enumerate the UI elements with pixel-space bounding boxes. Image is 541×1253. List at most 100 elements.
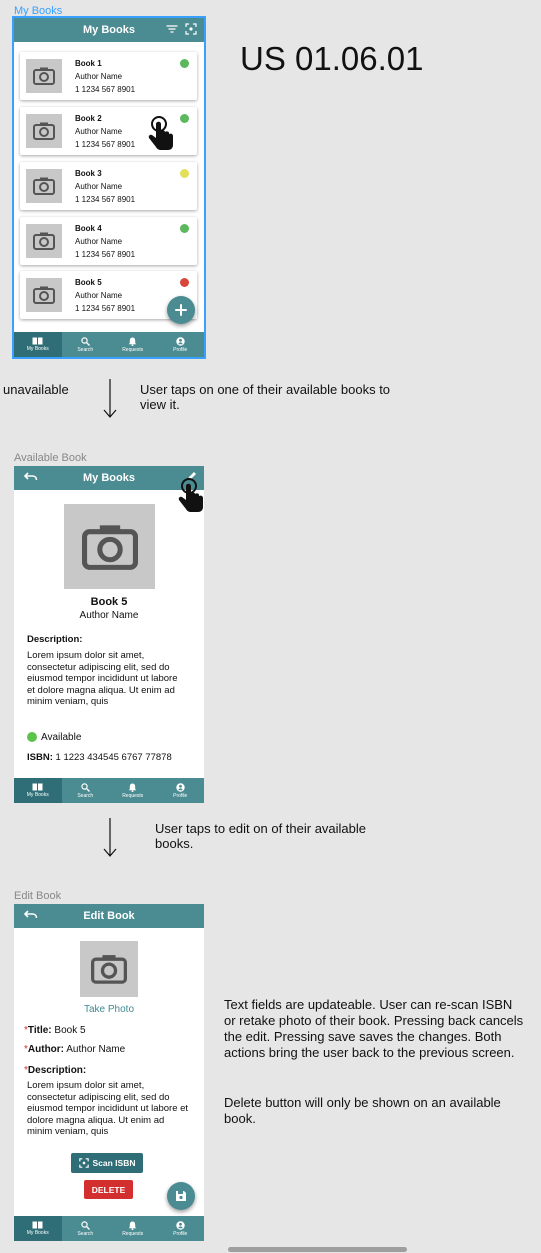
profile-icon (176, 1220, 185, 1230)
book-card-3[interactable]: Book 3 Author Name 1 1234 567 8901 (20, 162, 197, 210)
bottom-nav: My Books Search Requests Profile (14, 778, 204, 803)
bell-icon (129, 783, 137, 792)
profile-icon (176, 336, 185, 346)
add-book-button[interactable] (167, 296, 195, 324)
book-isbn: 1 1234 567 8901 (75, 250, 136, 259)
book-isbn: 1 1234 567 8901 (75, 140, 136, 149)
description-field[interactable]: Lorem ipsum dolor sit amet, consectetur … (27, 1080, 189, 1138)
description-label-row: *Description: (24, 1065, 86, 1076)
tap-hand-icon (148, 116, 173, 150)
nav-label: Search (77, 346, 94, 353)
unavailable-note: unavailable (3, 382, 69, 397)
book-isbn: 1 1234 567 8901 (75, 85, 136, 94)
nav-requests[interactable]: Requests (109, 778, 157, 803)
book-author: Author Name (79, 610, 139, 621)
nav-profile[interactable]: Profile (157, 332, 205, 357)
nav-label: My Books (26, 346, 49, 352)
nav-label: Profile (173, 346, 188, 353)
step1-note: User taps on one of their available book… (140, 382, 391, 412)
camera-icon (91, 955, 127, 984)
isbn-label: ISBN: (27, 752, 53, 763)
delete-button[interactable]: DELETE (84, 1180, 133, 1199)
back-icon[interactable] (23, 471, 38, 486)
status-dot (180, 169, 189, 178)
take-photo-link[interactable]: Take Photo (14, 1004, 204, 1015)
nav-label: Profile (173, 792, 188, 799)
status-dot (27, 732, 37, 742)
tap-hand-icon (178, 478, 203, 512)
nav-requests[interactable]: Requests (109, 332, 157, 357)
nav-label: Profile (173, 1230, 188, 1237)
camera-icon (26, 224, 62, 258)
filter-icon[interactable] (166, 23, 178, 38)
description-label: Description: (27, 634, 83, 645)
screen-title: Edit Book (83, 910, 135, 922)
save-icon (176, 1191, 186, 1201)
scan-icon[interactable] (185, 23, 197, 38)
camera-icon (26, 114, 62, 148)
title-field[interactable]: *Title: Book 5 (24, 1025, 86, 1036)
book-title: Book 4 (75, 224, 102, 233)
status-dot (180, 224, 189, 233)
nav-profile[interactable]: Profile (157, 1216, 205, 1241)
nav-my-books[interactable]: My Books (14, 778, 62, 803)
search-icon (81, 1220, 90, 1230)
nav-profile[interactable]: Profile (157, 778, 205, 803)
nav-search[interactable]: Search (62, 1216, 110, 1241)
screen-title: My Books (83, 24, 135, 36)
nav-search[interactable]: Search (62, 778, 110, 803)
available-book-screen: My Books Book 5 Author Name Description:… (14, 466, 204, 803)
save-button[interactable] (167, 1182, 195, 1210)
book-title: Book 2 (75, 114, 102, 123)
scan-isbn-label: Scan ISBN (92, 1158, 136, 1168)
description-label: Description: (27, 1065, 87, 1076)
arrow-down-icon (103, 818, 117, 857)
delete-note: Delete button will only be shown on an a… (224, 1095, 501, 1126)
nav-label: Requests (122, 1230, 144, 1237)
book-author: Author Name (75, 182, 123, 191)
nav-requests[interactable]: Requests (109, 1216, 157, 1241)
author-label: Author: (27, 1044, 65, 1055)
book-isbn: 1 1234 567 8901 (75, 195, 136, 204)
horizontal-scrollbar[interactable] (228, 1247, 407, 1252)
bottom-nav: My Books Search Requests Profile (14, 1216, 204, 1241)
nav-search[interactable]: Search (62, 332, 110, 357)
nav-label: Search (77, 1230, 94, 1237)
book-photo[interactable] (80, 941, 138, 997)
book-card-4[interactable]: Book 4 Author Name 1 1234 567 8901 (20, 217, 197, 265)
user-story-id: US 01.06.01 (240, 40, 424, 77)
author-field[interactable]: *Author: Author Name (24, 1044, 125, 1055)
status-dot (180, 278, 189, 287)
scan-icon (78, 1158, 89, 1168)
book-title: Book 1 (75, 59, 102, 68)
book-icon (32, 337, 43, 345)
scan-isbn-button[interactable]: Scan ISBN (71, 1153, 143, 1173)
status-dot (180, 114, 189, 123)
arrow-down-icon (103, 379, 117, 418)
edit-book-screen: Edit Book Take Photo *Title: Book 5 *Aut… (14, 904, 204, 1241)
search-icon (81, 782, 90, 792)
bell-icon (129, 337, 137, 346)
isbn-row: ISBN: 1 1223 434545 6767 77878 (27, 752, 172, 763)
book-card-1[interactable]: Book 1 Author Name 1 1234 567 8901 (20, 52, 197, 100)
book-icon (32, 1221, 43, 1229)
my-books-screen: My Books Book 1 Author Name 1 1234 567 8… (12, 16, 206, 359)
camera-icon (26, 278, 62, 312)
profile-icon (176, 782, 185, 792)
book-author: Author Name (75, 72, 123, 81)
camera-icon (26, 169, 62, 203)
book-icon (32, 783, 43, 791)
book-title: Book 5 (90, 596, 128, 608)
nav-my-books[interactable]: My Books (14, 1216, 62, 1241)
isbn-value: 1 1223 434545 6767 77878 (55, 752, 172, 763)
author-value: Author Name (66, 1044, 126, 1055)
status-dot (180, 59, 189, 68)
back-icon[interactable] (23, 909, 38, 924)
book-author: Author Name (75, 237, 123, 246)
nav-my-books[interactable]: My Books (14, 332, 62, 357)
bottom-nav: My Books Search Requests Profile (14, 332, 204, 357)
frame-label-edit-book: Edit Book (14, 890, 62, 902)
frame-label-available-book: Available Book (14, 452, 87, 464)
step2-note: User taps to edit on of their available … (155, 821, 367, 851)
book-title: Book 5 (75, 278, 102, 287)
